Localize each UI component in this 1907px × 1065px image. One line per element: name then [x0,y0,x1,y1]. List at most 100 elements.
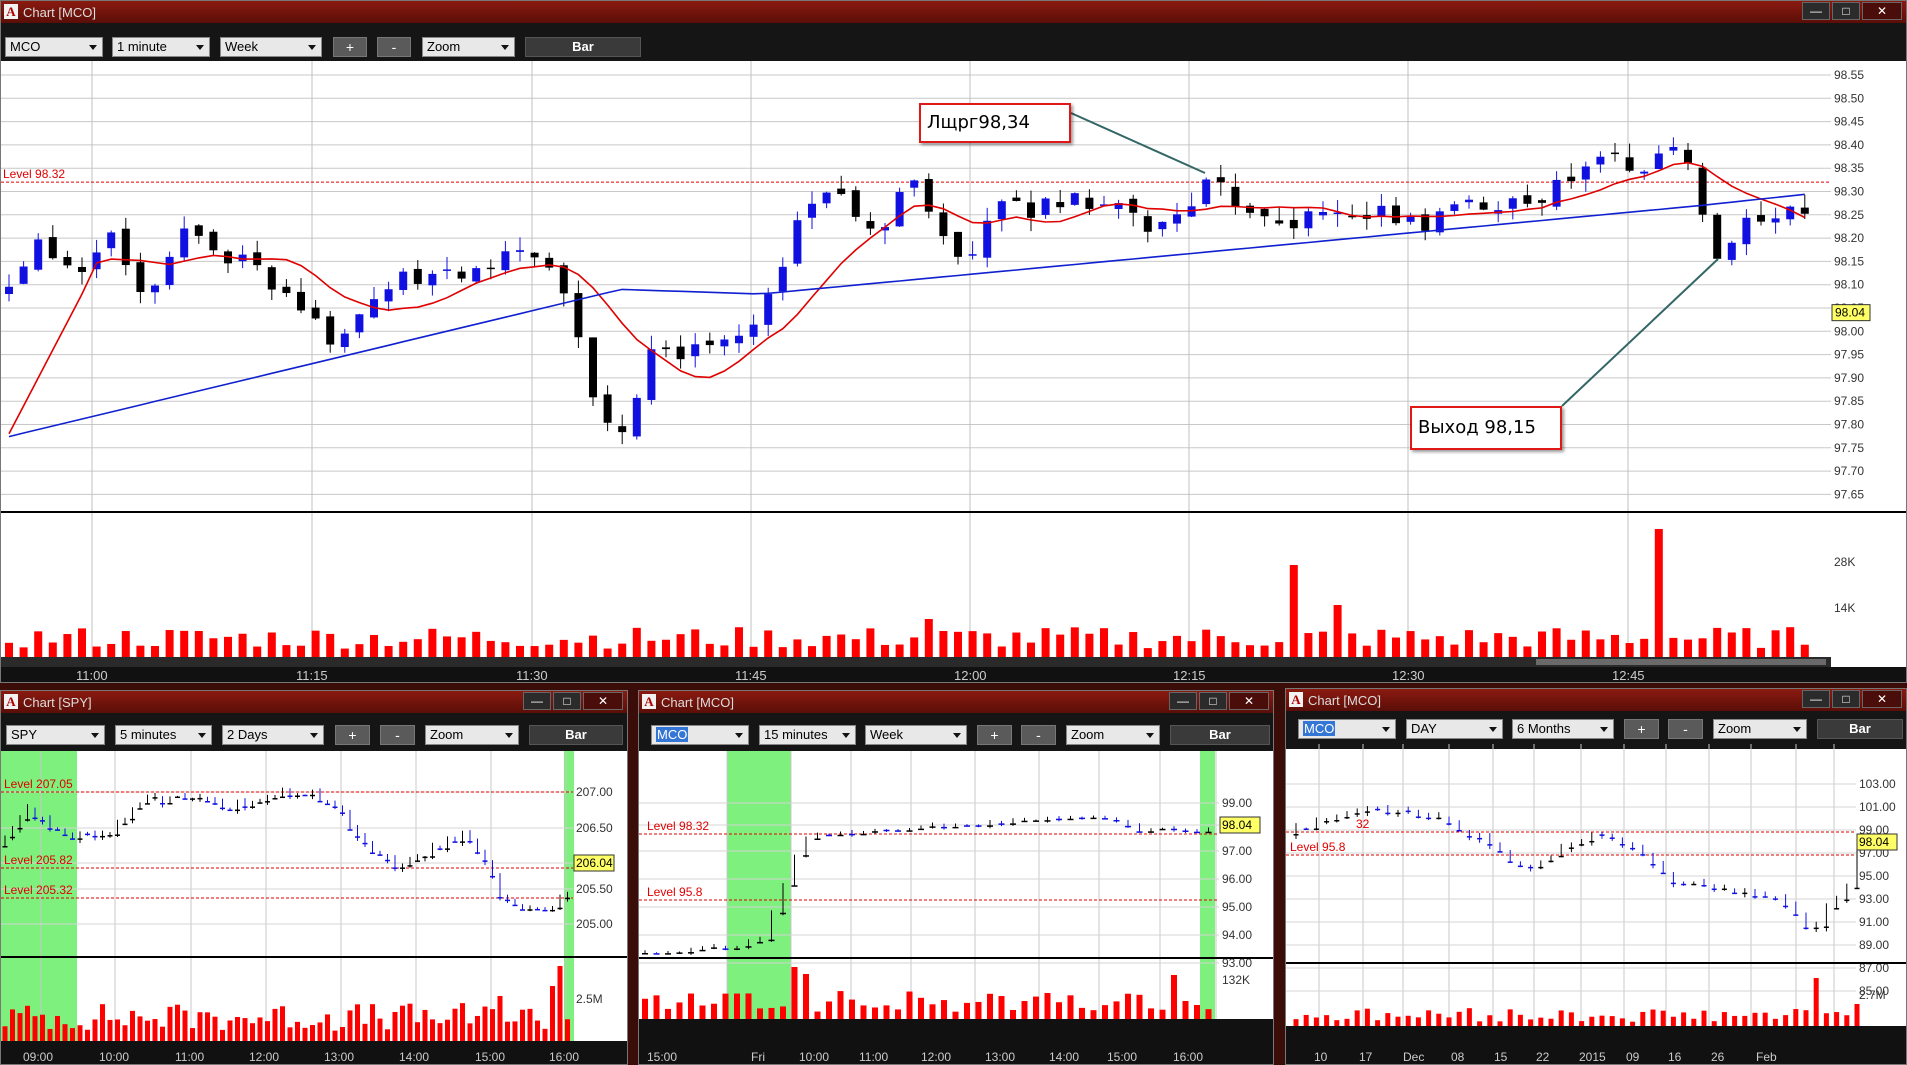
symbol-select[interactable]: MCO [1298,719,1396,739]
volume-bar [107,643,116,657]
range-select[interactable]: Week [220,37,322,57]
volume-bar [490,1009,495,1041]
mco15-title-bar[interactable]: A Chart [MCO] — □ ✕ [639,691,1273,713]
candle-body [340,812,345,814]
bar-type-button[interactable]: Bar [525,37,641,57]
mco15-price-chart[interactable]: 99.0097.0096.0095.0094.0093.00Level 98.3… [639,751,1274,1065]
candle-body [209,231,218,251]
volume-bar [1303,1014,1309,1026]
candle-body [1021,820,1028,823]
ma-slow-line [8,193,1805,438]
volume-bar [115,1019,120,1041]
candle-body [384,289,393,302]
candle-body [968,254,977,256]
mcoday-title-bar[interactable]: A Chart [MCO] — □ ✕ [1286,689,1906,711]
zoom-in-button[interactable]: + [335,725,370,745]
mcoday-price-chart[interactable]: 103.00101.0099.0097.0095.0093.0091.0089.… [1286,744,1907,1065]
candle-body [1684,149,1692,164]
candle-body [851,190,860,217]
candle-body [1538,866,1544,869]
candle-body [983,220,992,258]
candle-body [482,860,488,862]
zoom-in-button[interactable]: + [333,37,367,57]
candle-body [1415,816,1421,818]
candle-body [1334,819,1340,822]
close-icon[interactable]: ✕ [583,692,623,710]
range-select[interactable]: 6 Months [1512,719,1614,739]
symbol-select[interactable]: MCO [5,37,103,57]
candle-body [452,841,458,843]
maximize-icon[interactable]: □ [1832,2,1860,20]
spy-title-bar[interactable]: A Chart [SPY] — □ ✕ [1,691,627,713]
candle-body [665,953,671,955]
symbol-select[interactable]: MCO [651,725,749,745]
zoom-out-button[interactable]: - [380,725,415,745]
maximize-icon[interactable]: □ [1832,690,1860,708]
interval-select[interactable]: 1 minute [112,37,210,57]
volume-bar [699,1005,706,1019]
candle-body [501,251,510,271]
candle-body [793,220,802,264]
volume-bar [384,645,393,657]
zoom-in-button[interactable]: + [977,725,1012,745]
spy-window-title: Chart [SPY] [23,695,92,710]
zoom-in-button[interactable]: + [1624,719,1659,739]
zoom-select[interactable]: Zoom [425,725,519,745]
close-icon[interactable]: ✕ [1862,690,1902,708]
zoom-select[interactable]: Zoom [1713,719,1807,739]
range-select[interactable]: 2 Days [222,725,324,745]
range-select[interactable]: Week [865,725,967,745]
interval-select[interactable]: 5 minutes [115,725,212,745]
volume-bar [603,648,612,657]
bar-type-button[interactable]: Bar [529,725,623,745]
volume-bar [1100,628,1108,657]
volume-bar [25,1005,30,1041]
candle-body [1548,860,1554,863]
candle-body [711,947,717,949]
minimize-icon[interactable]: — [1802,690,1830,708]
main-price-chart[interactable]: 98.55 98.50 98.45 98.40 98.35 98.30 98.25 98.20… [1,61,1907,683]
candle-body [1202,179,1211,205]
time-axis-label: 09 [1626,1050,1640,1064]
close-icon[interactable]: ✕ [1229,692,1269,710]
main-title-bar[interactable]: A Chart [MCO] — □ ✕ [1,1,1906,23]
zoom-select[interactable]: Zoom [422,37,515,57]
candle-body [486,267,495,270]
candle-body [1625,157,1634,171]
price-axis-label: 205.00 [576,917,613,931]
zoom-select[interactable]: Zoom [1066,725,1160,745]
symbol-select[interactable]: SPY [6,725,105,745]
spy-price-chart[interactable]: 207.00 206.50 205.50 205.00 Level 207.05 Leve… [1,751,628,1065]
zoom-out-button[interactable]: - [377,37,411,57]
interval-select[interactable]: 15 minutes [759,725,856,745]
volume-bar [866,628,875,657]
candle-body [1456,830,1462,832]
candle-body [872,831,878,833]
volume-bar [1803,1010,1809,1026]
maximize-icon[interactable]: □ [1199,692,1227,710]
time-axis-label: 11:45 [735,668,767,683]
volume-bar [1385,1013,1391,1026]
zoom-out-button[interactable]: - [1021,725,1056,745]
minimize-icon[interactable]: — [523,692,551,710]
candle-body [47,828,53,830]
candle-body [392,867,398,869]
zoom-out-button[interactable]: - [1668,719,1703,739]
close-icon[interactable]: ✕ [1862,2,1902,20]
interval-select[interactable]: DAY [1406,719,1503,739]
volume-bar [535,1020,540,1041]
candle-body [272,798,278,800]
candle-body [1477,837,1483,840]
candle-body [1125,825,1131,828]
candle-body [1426,817,1432,820]
volume-bar [205,1012,210,1041]
candle-body [975,825,982,827]
minimize-icon[interactable]: — [1169,692,1197,710]
volume-bar [430,1019,435,1041]
maximize-icon[interactable]: □ [553,692,581,710]
candle-body [362,842,368,845]
bar-type-button[interactable]: Bar [1170,725,1270,745]
bar-type-button[interactable]: Bar [1817,719,1903,739]
price-axis-label: 97.70 [1834,464,1864,478]
minimize-icon[interactable]: — [1802,2,1830,20]
